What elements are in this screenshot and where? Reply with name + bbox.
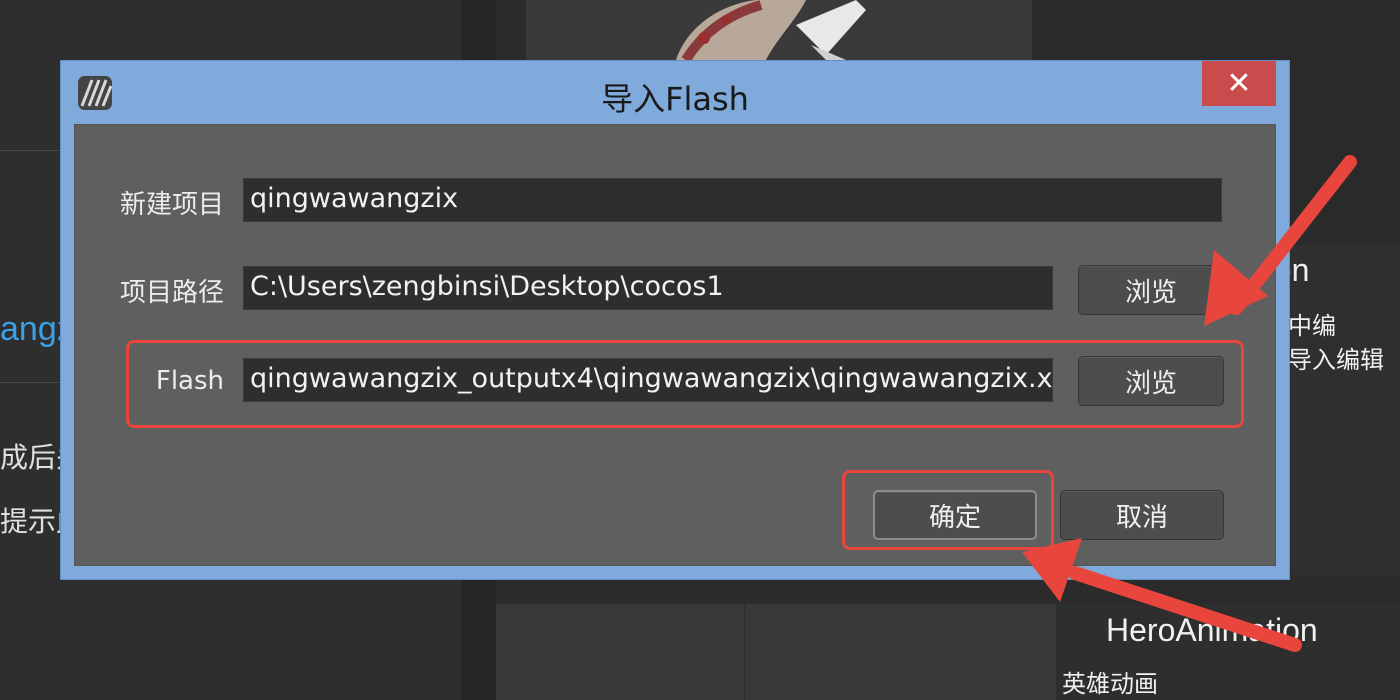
annotation-arrows — [1022, 155, 1357, 652]
annotation-arrow — [1204, 155, 1357, 326]
annotation-arrow — [1022, 538, 1302, 652]
